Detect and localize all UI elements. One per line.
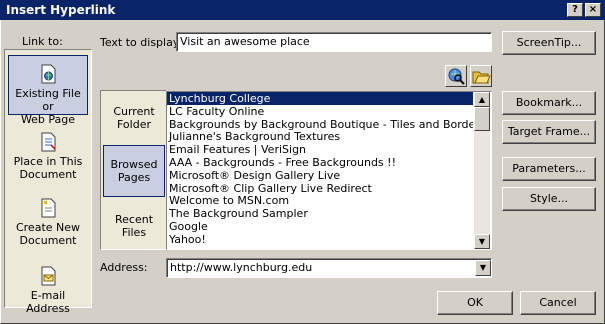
link-to-label: Document — [19, 234, 77, 247]
scroll-down-button[interactable]: ▼ — [474, 234, 490, 249]
list-item[interactable]: Yahoo! — [167, 233, 473, 246]
list-item[interactable]: Google — [167, 220, 473, 233]
browse-file-icon — [472, 71, 491, 84]
email-address-icon — [41, 266, 56, 286]
screentip-button[interactable]: ScreenTip... — [502, 31, 596, 55]
link-to-label: Place in This — [13, 155, 83, 168]
text-to-display-input[interactable]: Visit an awesome place — [176, 32, 492, 52]
list-item[interactable]: Welcome to MSN.com — [167, 194, 473, 207]
link-to-email-address[interactable]: E-mail Address — [8, 262, 88, 315]
link-to-create-new-document[interactable]: Create New Document — [8, 194, 88, 247]
help-button[interactable]: ? — [567, 3, 583, 17]
existing-file-web-page-icon — [41, 64, 56, 84]
browse-web-button[interactable] — [445, 65, 467, 87]
address-value: http://www.lynchburg.edu — [170, 261, 313, 274]
scroll-up-button[interactable]: ▲ — [474, 92, 490, 107]
link-to-place-in-document[interactable]: Place in This Document — [8, 128, 88, 181]
style-button[interactable]: Style... — [502, 187, 596, 211]
browse-file-button[interactable] — [470, 65, 492, 87]
tab-label: Pages — [117, 171, 151, 184]
list-item[interactable]: AAA - Backgrounds - Free Backgrounds !! — [167, 156, 473, 169]
list-item[interactable]: Lynchburg College — [167, 92, 473, 105]
parameters-button[interactable]: Parameters... — [502, 157, 596, 181]
text-to-display-label: Text to display: — [100, 36, 183, 49]
ok-button[interactable]: OK — [437, 291, 513, 315]
window-title: Insert Hyperlink — [6, 3, 116, 17]
list-scrollbar[interactable]: ▲ ▼ — [474, 92, 490, 249]
list-item[interactable]: Backgrounds by Background Boutique - Til… — [167, 118, 473, 131]
list-item[interactable]: Microsoft® Clip Gallery Live Redirect — [167, 182, 473, 195]
link-to-label: Existing File or — [15, 87, 81, 113]
browse-web-icon — [448, 68, 465, 85]
link-to-label: E-mail Address — [26, 289, 70, 315]
tab-label: Files — [121, 226, 147, 239]
tab-label: Folder — [117, 118, 151, 131]
cancel-button[interactable]: Cancel — [520, 291, 596, 315]
place-in-document-icon — [41, 132, 56, 152]
look-in-tabs: Current Folder Browsed Pages Recent File… — [100, 90, 166, 250]
link-to-label: Create New — [15, 221, 81, 234]
tab-label: Recent — [114, 213, 154, 226]
tab-label: Browsed — [110, 158, 158, 171]
tab-browsed-pages[interactable]: Browsed Pages — [103, 145, 165, 197]
tab-current-folder[interactable]: Current Folder — [103, 105, 165, 137]
link-to-bar: Existing File or Web Page Place in This … — [4, 49, 92, 315]
list-item[interactable]: The Background Sampler — [167, 207, 473, 220]
scroll-thumb[interactable] — [474, 107, 490, 131]
bookmark-button[interactable]: Bookmark... — [502, 91, 596, 115]
target-frame-button[interactable]: Target Frame... — [502, 120, 596, 144]
list-item[interactable]: LC Faculty Online — [167, 105, 473, 118]
link-to-label: Document — [19, 168, 77, 181]
link-to-heading: Link to: — [22, 35, 63, 48]
link-to-label: Web Page — [20, 113, 76, 126]
list-item[interactable]: Microsoft® Design Gallery Live — [167, 169, 473, 182]
address-combobox[interactable]: http://www.lynchburg.edu — [166, 258, 492, 278]
close-button[interactable]: × — [585, 3, 601, 17]
tab-label: Current — [113, 105, 155, 118]
create-new-document-icon — [41, 198, 56, 218]
list-rows: Lynchburg College LC Faculty Online Backgr… — [167, 92, 491, 246]
list-item[interactable]: Julianne's Background Textures — [167, 130, 473, 143]
link-to-existing-file[interactable]: Existing File or Web Page — [8, 55, 88, 126]
address-label: Address: — [100, 261, 148, 274]
address-dropdown-button[interactable]: ▼ — [475, 260, 491, 276]
title-bar: Insert Hyperlink ? × — [0, 0, 605, 20]
browsed-pages-list[interactable]: Lynchburg College LC Faculty Online Backgr… — [166, 91, 492, 250]
list-item[interactable]: Email Features | VeriSign — [167, 143, 473, 156]
tab-recent-files[interactable]: Recent Files — [103, 213, 165, 245]
